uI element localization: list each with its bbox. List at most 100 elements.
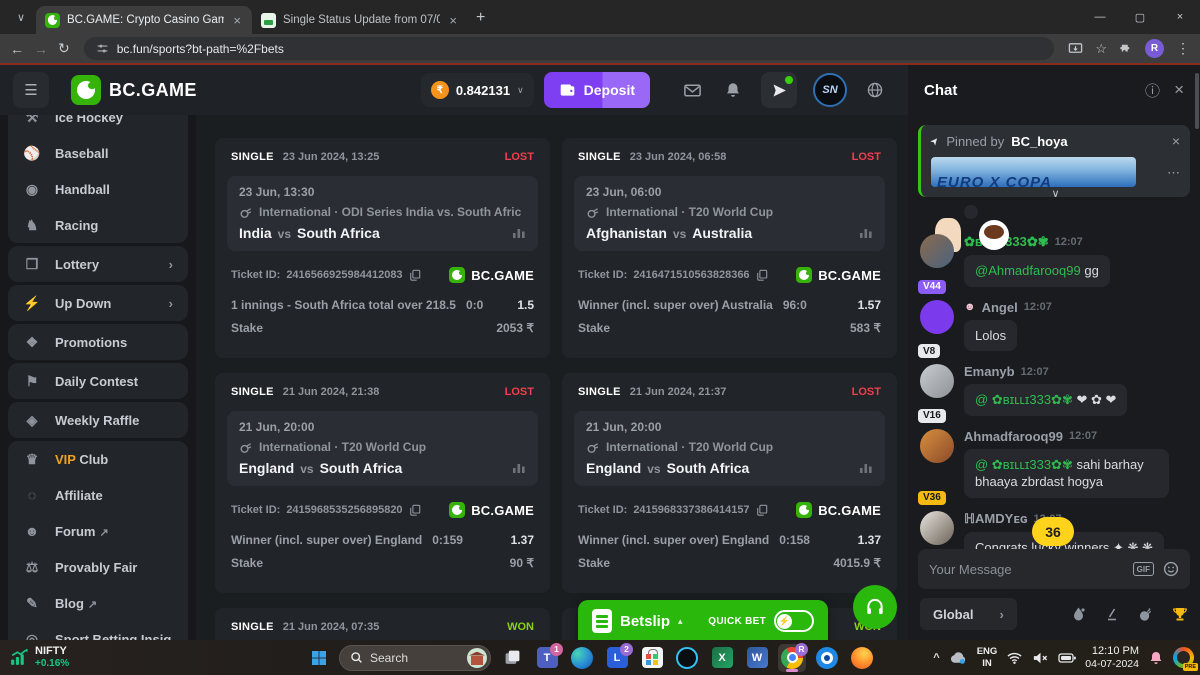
sidebar-toggle-button[interactable]: ☰ xyxy=(13,72,49,108)
new-messages-count-badge[interactable]: 36 xyxy=(1032,517,1074,546)
close-window-button[interactable]: × xyxy=(1160,0,1200,34)
user-avatar[interactable]: SN xyxy=(813,73,847,107)
tray-expand-chevron-icon[interactable]: ^ xyxy=(933,652,939,664)
minimize-button[interactable]: — xyxy=(1080,0,1120,34)
quick-bet-toggle[interactable]: ⚡ xyxy=(774,610,814,632)
chat-rules-slash-icon[interactable] xyxy=(1105,607,1119,621)
chat-message-input[interactable] xyxy=(929,562,1124,577)
event-card[interactable]: 21 Jun, 20:00 International · T20 World … xyxy=(227,411,538,486)
taskbar-search[interactable]: Search xyxy=(339,645,491,671)
avatar[interactable] xyxy=(920,429,954,463)
copy-icon[interactable] xyxy=(409,269,421,281)
media-app-button[interactable] xyxy=(813,644,841,672)
widgets-nifty[interactable]: NIFTY +0.16% xyxy=(0,645,69,669)
deposit-button[interactable]: Deposit xyxy=(544,72,650,108)
sidebar-item[interactable]: ◉ Handball xyxy=(8,171,188,207)
bcgame-logo[interactable]: BC.GAME xyxy=(71,75,197,105)
mention[interactable]: @Ahmadfarooq99 xyxy=(975,263,1081,278)
back-button[interactable]: ← xyxy=(10,41,24,57)
new-tab-button[interactable]: + xyxy=(476,9,485,27)
alexa-app-button[interactable] xyxy=(673,644,701,672)
browser-menu-icon[interactable]: ⋮ xyxy=(1176,40,1190,57)
event-card[interactable]: 23 Jun, 13:30 International · ODI Series… xyxy=(227,176,538,251)
mention[interactable]: @ ✿ʙɪʟʟɪ333✿✾ xyxy=(975,457,1073,472)
copy-icon[interactable] xyxy=(756,504,768,516)
site-info-icon[interactable] xyxy=(96,42,109,55)
sidebar-item[interactable]: ◈ Weekly Raffle xyxy=(8,402,188,438)
reload-button[interactable]: ↻ xyxy=(58,40,70,57)
sidebar-item[interactable]: ♞ Racing xyxy=(8,207,188,243)
store-app-button[interactable] xyxy=(638,644,666,672)
sidebar-item[interactable]: ◎ Sport Betting Insig↗ xyxy=(8,621,188,640)
sidebar-item[interactable]: ❖ Promotions xyxy=(8,324,188,360)
task-view-button[interactable] xyxy=(498,644,526,672)
notification-bell-icon[interactable] xyxy=(1148,650,1164,666)
emoji-picker-icon[interactable] xyxy=(1163,561,1179,577)
pinned-banner-image[interactable]: EURO X COPA xyxy=(931,157,1136,187)
extensions-puzzle-icon[interactable] xyxy=(1119,42,1133,56)
word-app-button[interactable]: W xyxy=(743,644,771,672)
event-card[interactable]: 21 Jun, 20:00 International · T20 World … xyxy=(574,411,885,486)
sidebar-item[interactable]: ⚖ Provably Fair xyxy=(8,549,188,585)
stats-bars-icon[interactable] xyxy=(859,462,873,474)
coindrop-rain-icon[interactable] xyxy=(1071,606,1086,622)
bookmark-star-icon[interactable]: ☆ xyxy=(1095,41,1107,57)
battery-icon[interactable] xyxy=(1058,653,1076,663)
notifications-bell-icon[interactable] xyxy=(724,81,742,99)
chat-channel-selector[interactable]: Global › xyxy=(920,598,1017,630)
username[interactable]: Emanyb xyxy=(964,364,1015,379)
url-text[interactable]: bc.fun/sports?bt-path=%2Fbets xyxy=(117,42,284,56)
sidebar-item[interactable]: ⚒ Ice Hockey xyxy=(8,115,188,135)
pinned-close-icon[interactable]: × xyxy=(1172,133,1180,149)
copy-icon[interactable] xyxy=(409,504,421,516)
clock[interactable]: 12:10 PM 04-07-2024 xyxy=(1085,644,1139,672)
sidebar-item[interactable]: ⚡ Up Down › xyxy=(8,285,188,321)
teams-app-button[interactable]: T1 xyxy=(533,644,561,672)
betslip-bar[interactable]: Betslip ▴ QUICK BET ⚡ xyxy=(578,600,828,640)
browser-profile-avatar[interactable]: R xyxy=(1145,39,1164,58)
chat-scrollbar[interactable] xyxy=(1195,73,1199,129)
balance-selector[interactable]: ₹ 0.842131 ∨ xyxy=(421,73,534,107)
games-bomb-icon[interactable] xyxy=(1138,607,1153,622)
avatar[interactable] xyxy=(920,234,954,268)
username[interactable]: Ahmadfarooq99 xyxy=(964,429,1063,444)
copilot-button[interactable]: PRE xyxy=(1173,647,1194,668)
pinned-message[interactable]: ➤ Pinned by BC_hoya × EURO X COPA ⋯ ∨ xyxy=(918,125,1190,197)
volume-muted-icon[interactable] xyxy=(1032,651,1049,665)
sidebar-item[interactable]: ✎ Blog↗ xyxy=(8,585,188,621)
tab-search-button[interactable]: ∨ xyxy=(8,4,34,30)
sidebar-item[interactable]: ❐ Lottery › xyxy=(8,246,188,282)
loop-app-button[interactable]: L2 xyxy=(603,644,631,672)
sidebar-item[interactable]: ⚾ Baseball xyxy=(8,135,188,171)
chat-info-icon[interactable]: ⓘ xyxy=(1145,80,1160,101)
start-button[interactable] xyxy=(306,645,332,671)
leaderboard-trophy-icon[interactable] xyxy=(1172,606,1188,622)
pinned-expand-chevron-icon[interactable]: ∨ xyxy=(1051,187,1059,200)
chrome-app-button-active[interactable]: R xyxy=(778,644,806,672)
mention[interactable]: @ ✿ʙɪʟʟɪ333✿✾ xyxy=(975,392,1073,407)
stats-bars-icon[interactable] xyxy=(512,227,526,239)
chat-toggle-button[interactable] xyxy=(761,72,797,108)
username[interactable]: ℍAMDYᴇɢ xyxy=(964,511,1027,527)
address-bar[interactable]: bc.fun/sports?bt-path=%2Fbets xyxy=(84,37,1055,60)
sidebar-item[interactable]: ◌ Affiliate xyxy=(8,477,188,513)
inbox-mail-icon[interactable] xyxy=(683,81,702,100)
avatar[interactable] xyxy=(920,511,954,545)
forward-button[interactable]: → xyxy=(34,41,48,57)
gif-picker-icon[interactable]: GIF xyxy=(1133,562,1154,576)
copy-icon[interactable] xyxy=(756,269,768,281)
username[interactable]: Angel xyxy=(982,300,1018,315)
wifi-icon[interactable] xyxy=(1006,651,1023,665)
avatar[interactable] xyxy=(920,364,954,398)
language-globe-icon[interactable] xyxy=(866,81,884,99)
avatar[interactable] xyxy=(920,300,954,334)
browser-tab-status[interactable]: Single Status Update from 07/0 × xyxy=(252,6,468,34)
pinned-more-icon[interactable]: ⋯ xyxy=(1167,165,1180,181)
onedrive-cloud-icon[interactable] xyxy=(949,651,968,665)
excel-app-button[interactable]: X xyxy=(708,644,736,672)
stats-bars-icon[interactable] xyxy=(859,227,873,239)
browser-tab-bcgame[interactable]: BC.GAME: Crypto Casino Games × xyxy=(36,6,252,34)
support-headset-button[interactable] xyxy=(853,585,897,629)
event-card[interactable]: 23 Jun, 06:00 International · T20 World … xyxy=(574,176,885,251)
maximize-button[interactable]: ▢ xyxy=(1120,0,1160,34)
